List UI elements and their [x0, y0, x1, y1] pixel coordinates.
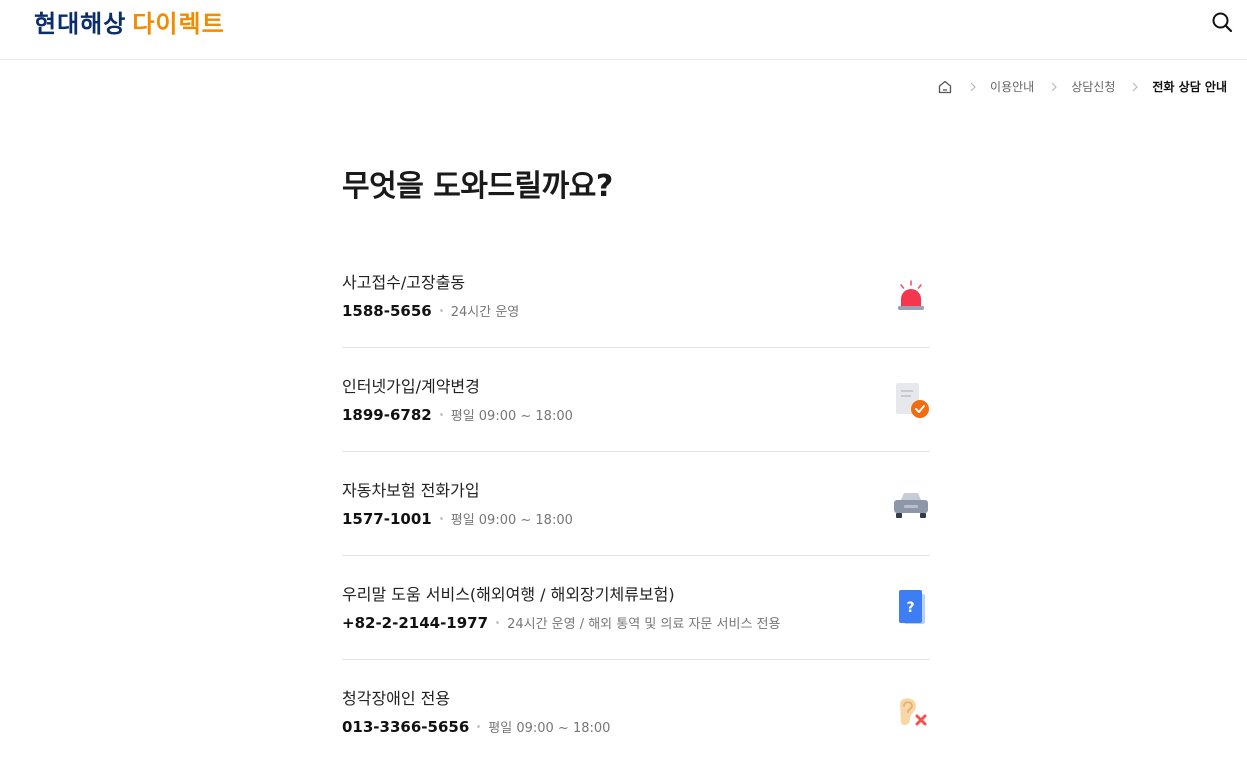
- service-name: 청각장애인 전용: [342, 689, 451, 708]
- logo[interactable]: 현대해상 다이렉트: [34, 4, 225, 39]
- breadcrumb-item-consult[interactable]: 상담신청: [1071, 78, 1115, 95]
- list-item: 인터넷가입/계약변경 1899-6782 평일 09:00 ~ 18:00: [342, 348, 930, 452]
- search-icon[interactable]: [1211, 11, 1233, 33]
- breadcrumb: 이용안내 상담신청 전화 상담 안내: [937, 78, 1227, 95]
- question-book-icon: ?: [899, 590, 925, 624]
- siren-icon: [898, 280, 924, 310]
- list-item: 사고접수/고장출동 1588-5656 24시간 운영: [342, 244, 930, 348]
- car-icon: [894, 493, 928, 518]
- service-hours: 24시간 운영 / 해외 통역 및 의료 자문 서비스 전용: [507, 617, 781, 632]
- logo-secondary: 다이렉트: [132, 10, 225, 38]
- phone-number[interactable]: 1899-6782: [342, 406, 432, 424]
- phone-number[interactable]: 013-3366-5656: [342, 718, 469, 736]
- phone-number[interactable]: 1577-1001: [342, 510, 432, 528]
- page-title: 무엇을 도와드릴까요?: [342, 169, 613, 204]
- service-hours: 평일 09:00 ~ 18:00: [488, 721, 611, 736]
- site-header: 현대해상 다이렉트: [0, 0, 1247, 60]
- breadcrumb-item-usage[interactable]: 이용안내: [990, 78, 1034, 95]
- list-item: 우리말 도움 서비스(해외여행 / 해외장기체류보험) +82-2-2144-1…: [342, 556, 930, 660]
- hearing-impaired-icon: [900, 698, 927, 726]
- phone-number[interactable]: +82-2-2144-1977: [342, 614, 488, 632]
- separator-dot: [439, 309, 443, 312]
- breadcrumb-item-current: 전화 상담 안내: [1152, 80, 1227, 94]
- service-hours: 24시간 운영: [450, 305, 520, 320]
- list-item: 청각장애인 전용 013-3366-5656 평일 09:00 ~ 18:00: [342, 660, 930, 763]
- logo-primary: 현대해상: [34, 10, 127, 38]
- service-name: 인터넷가입/계약변경: [342, 377, 480, 396]
- service-name: 우리말 도움 서비스(해외여행 / 해외장기체류보험): [342, 585, 675, 604]
- separator-dot: [477, 725, 481, 728]
- chevron-right-icon: [970, 82, 976, 91]
- svg-text:?: ?: [906, 600, 914, 616]
- separator-dot: [439, 413, 443, 416]
- phone-number[interactable]: 1588-5656: [342, 302, 432, 320]
- document-check-icon: [896, 383, 929, 418]
- service-hours: 평일 09:00 ~ 18:00: [450, 513, 573, 528]
- chevron-right-icon: [1051, 82, 1058, 91]
- separator-dot: [496, 621, 500, 624]
- list-item: 자동차보험 전화가입 1577-1001 평일 09:00 ~ 18:00: [342, 452, 930, 556]
- service-list: 사고접수/고장출동 1588-5656 24시간 운영 인터넷가입/계약변경 1…: [342, 244, 930, 763]
- chevron-right-icon: [1132, 82, 1139, 91]
- service-hours: 평일 09:00 ~ 18:00: [450, 409, 573, 424]
- service-name: 사고접수/고장출동: [342, 273, 466, 292]
- separator-dot: [439, 517, 443, 520]
- service-name: 자동차보험 전화가입: [342, 481, 480, 500]
- home-icon[interactable]: [937, 79, 953, 95]
